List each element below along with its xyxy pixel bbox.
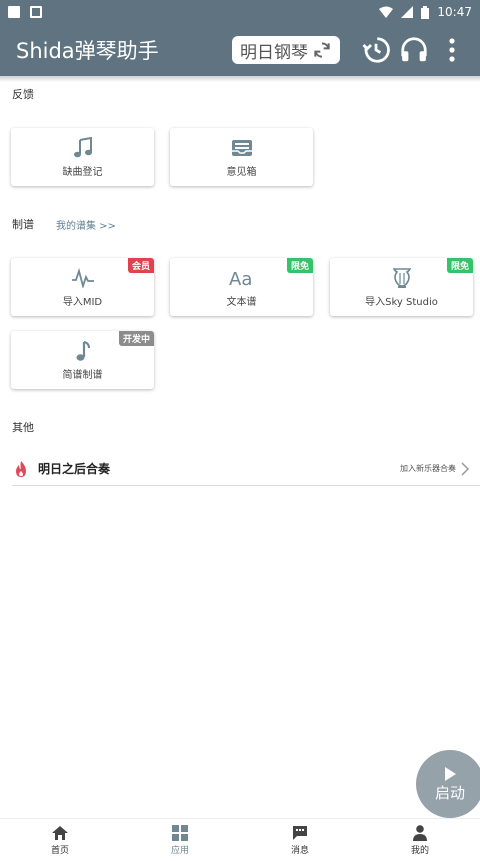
headphones-icon xyxy=(401,37,427,62)
notification-icon xyxy=(8,6,20,18)
appbar-shadow xyxy=(0,76,480,82)
play-icon xyxy=(445,766,456,781)
piano-chip-label: 明日钢琴 xyxy=(240,42,308,63)
svg-text:Aa: Aa xyxy=(229,269,252,288)
waveform-icon xyxy=(71,267,95,289)
feedback-section-label: 反馈 xyxy=(12,88,34,101)
music-note-icon xyxy=(73,136,93,159)
scoring-section-label: 制谱 xyxy=(12,218,34,231)
numbered-notation-card[interactable]: 开发中 简谱制谱 xyxy=(11,331,154,389)
chat-icon xyxy=(293,825,307,840)
wifi-icon xyxy=(379,6,394,18)
bottom-nav: 首页 应用 消息 我的 xyxy=(0,818,480,861)
app-title: Shida弹琴助手 xyxy=(16,39,159,63)
ensemble-title: 明日之后合奏 xyxy=(38,462,111,476)
refresh-icon xyxy=(314,42,330,58)
text-score-card[interactable]: 限免 Aa 文本谱 xyxy=(170,258,313,316)
nav-apps-label: 应用 xyxy=(170,845,189,856)
piano-switch-button[interactable]: 明日钢琴 xyxy=(232,36,340,64)
numbered-notation-label: 简谱制谱 xyxy=(62,369,103,381)
free-badge: 限免 xyxy=(286,258,313,273)
text-score-label: 文本谱 xyxy=(226,296,257,308)
in-development-badge: 开发中 xyxy=(118,331,154,346)
app-bar: Shida弹琴助手 明日钢琴 xyxy=(0,24,480,76)
start-label: 启动 xyxy=(434,783,465,802)
more-options-button[interactable] xyxy=(436,34,468,66)
missing-song-label: 缺曲登记 xyxy=(62,166,103,178)
chevron-right-icon xyxy=(461,461,470,476)
my-scores-link[interactable]: 我的谱集 >> xyxy=(56,217,116,232)
status-bar: 10:47 xyxy=(0,0,480,24)
history-icon xyxy=(362,37,390,63)
inbox-icon xyxy=(231,137,253,159)
ensemble-note: 加入新乐器合奏 xyxy=(400,464,456,473)
home-icon xyxy=(52,825,68,840)
signal-icon xyxy=(401,6,414,18)
flame-icon xyxy=(16,461,26,477)
nav-profile-label: 我的 xyxy=(410,845,429,856)
import-mid-card[interactable]: 会员 导入MID xyxy=(11,258,154,316)
grid-icon xyxy=(172,824,188,841)
import-mid-label: 导入MID xyxy=(62,296,103,308)
nav-profile[interactable]: 我的 xyxy=(360,819,480,861)
suggestion-box-label: 意见箱 xyxy=(226,166,257,178)
suggestion-box-card[interactable]: 意见箱 xyxy=(170,128,313,186)
other-section-label: 其他 xyxy=(12,421,34,434)
lyre-icon xyxy=(392,267,412,289)
missing-song-card[interactable]: 缺曲登记 xyxy=(11,128,154,186)
text-aa-icon: Aa xyxy=(229,267,255,289)
history-button[interactable] xyxy=(360,34,392,66)
nav-home-label: 首页 xyxy=(50,845,69,856)
import-sky-studio-card[interactable]: 限免 导入Sky Studio xyxy=(330,258,473,316)
battery-icon xyxy=(421,5,430,19)
nav-home[interactable]: 首页 xyxy=(0,819,120,861)
more-vert-icon xyxy=(449,38,455,62)
app-notification-icon xyxy=(30,6,42,18)
person-icon xyxy=(413,824,427,841)
start-button[interactable]: 启动 xyxy=(416,750,480,818)
nav-messages-label: 消息 xyxy=(290,845,309,856)
free-badge: 限免 xyxy=(446,258,473,273)
nav-messages[interactable]: 消息 xyxy=(240,819,360,861)
headphones-button[interactable] xyxy=(398,34,430,66)
eighth-note-icon xyxy=(75,340,91,362)
import-sky-studio-label: 导入Sky Studio xyxy=(365,296,438,308)
member-badge: 会员 xyxy=(127,258,154,273)
status-time: 10:47 xyxy=(437,5,472,19)
nav-apps[interactable]: 应用 xyxy=(120,819,240,861)
ensemble-row[interactable]: 明日之后合奏 加入新乐器合奏 xyxy=(12,452,480,486)
